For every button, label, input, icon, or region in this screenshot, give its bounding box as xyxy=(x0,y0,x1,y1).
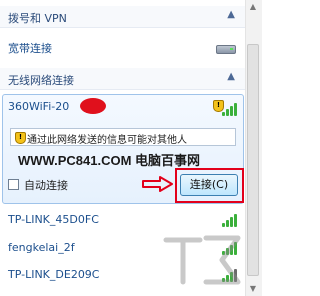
scrollbar-thumb[interactable] xyxy=(247,44,259,276)
selected-network-name: 360WiFi-20 xyxy=(8,100,70,113)
collapse-caret-icon[interactable]: ▲ xyxy=(227,9,235,20)
network-name: TP-LINK_45D0FC xyxy=(8,213,99,226)
arrow-right-icon xyxy=(142,176,173,192)
watermark-logo-icon xyxy=(163,235,241,285)
auto-connect-checkbox[interactable] xyxy=(8,179,19,190)
broadband-connection-item[interactable]: 宽带连接 xyxy=(0,36,245,58)
network-drive-icon xyxy=(216,45,236,54)
connect-button[interactable]: 连接(C) xyxy=(180,174,238,196)
dialup-vpn-title: 拨号和 VPN xyxy=(8,12,67,25)
broadband-label: 宽带连接 xyxy=(8,42,52,55)
wireless-header[interactable]: 无线网络连接 ▲ xyxy=(0,68,245,90)
scroll-down-arrow-icon[interactable]: ▼ xyxy=(247,282,259,296)
auto-connect-label[interactable]: 自动连接 xyxy=(24,177,68,193)
network-item[interactable]: TP-LINK_45D0FC xyxy=(0,208,245,232)
security-warning-text: 通过此网络发送的信息可能对其他人 xyxy=(27,135,187,146)
signal-strength-icon xyxy=(222,102,238,116)
scroll-up-arrow-icon[interactable]: ▲ xyxy=(247,0,259,14)
collapse-caret-icon[interactable]: ▲ xyxy=(227,71,235,82)
wireless-title: 无线网络连接 xyxy=(8,74,74,87)
network-name: fengkelai_2f xyxy=(8,241,75,254)
signal-strength-icon xyxy=(222,213,238,227)
shield-warning-icon: ! xyxy=(15,132,26,144)
network-name: TP-LINK_DE209C xyxy=(8,268,100,281)
redaction-mark xyxy=(80,98,106,114)
security-warning: ! 通过此网络发送的信息可能对其他人 xyxy=(10,128,236,146)
watermark-text: WWW.PC841.COM 电脑百事网 xyxy=(18,153,201,168)
dialup-vpn-header[interactable]: 拨号和 VPN ▲ xyxy=(0,6,245,28)
